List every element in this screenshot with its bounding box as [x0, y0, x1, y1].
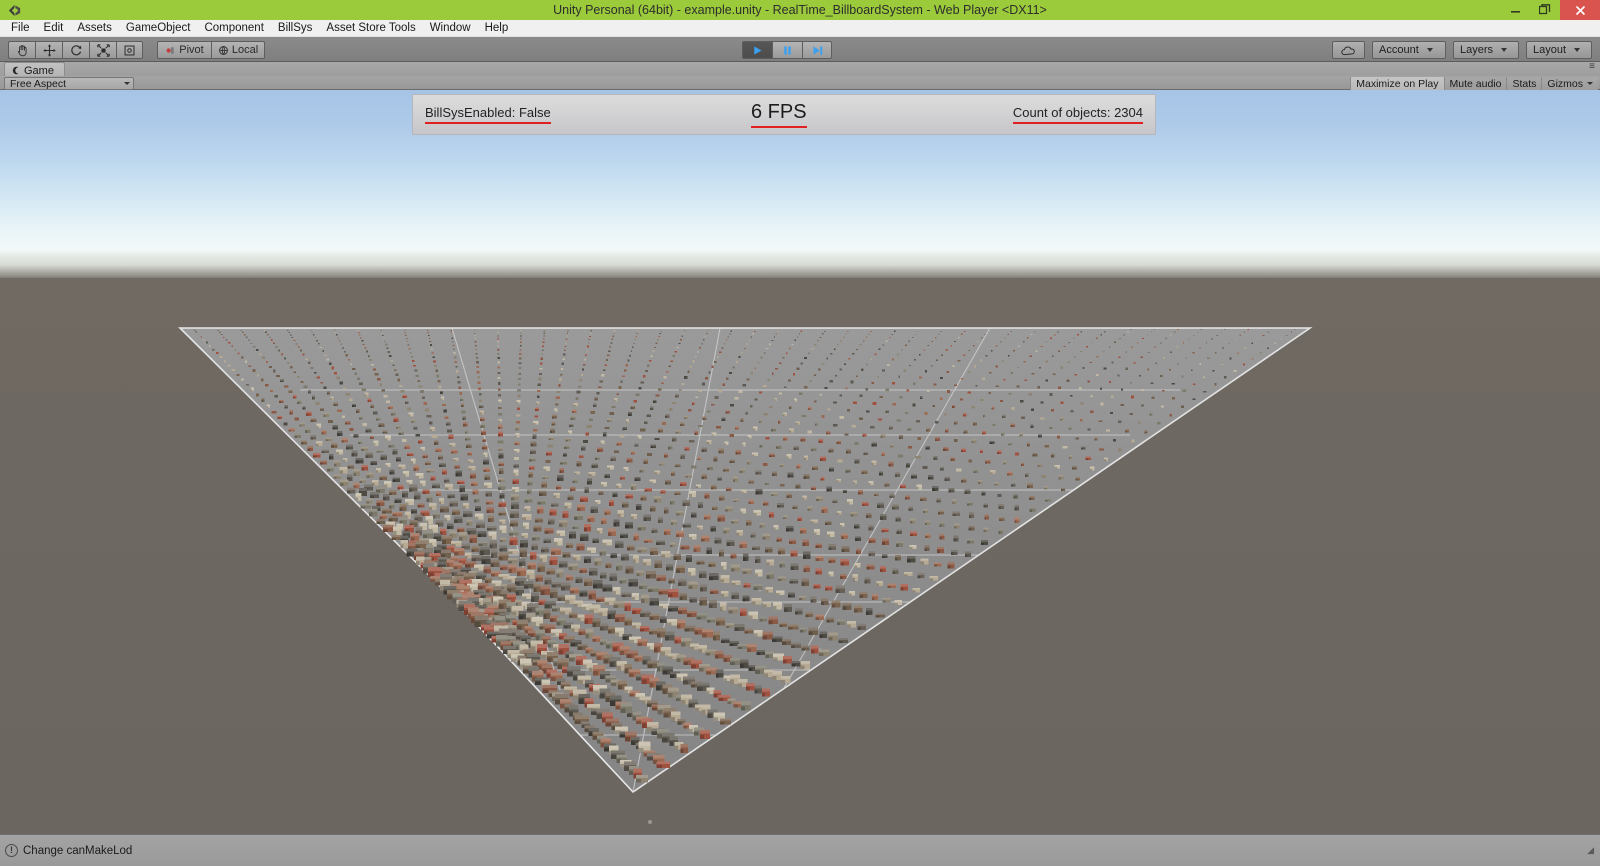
menu-item-help[interactable]: Help	[478, 20, 516, 37]
stats-overlay-panel: BillSysEnabled: False 6 FPS Count of obj…	[412, 94, 1156, 135]
menu-item-file[interactable]: File	[4, 20, 37, 37]
stats-label: Stats	[1512, 77, 1537, 90]
menu-item-assets[interactable]: Assets	[70, 20, 119, 37]
step-button[interactable]	[802, 41, 832, 59]
menu-item-window[interactable]: Window	[423, 20, 478, 37]
status-message: Change canMakeLod	[23, 844, 133, 857]
globe-local-icon	[218, 45, 228, 55]
status-bar-grip: ◢	[1587, 845, 1594, 855]
menu-item-billsys[interactable]: BillSys	[271, 20, 320, 37]
game-view-icon	[12, 66, 19, 75]
restore-button[interactable]	[1530, 0, 1560, 20]
hand-tool-button[interactable]	[8, 41, 35, 59]
pivot-rotation-group: Pivot Local	[157, 41, 265, 59]
move-tool-button[interactable]	[35, 41, 62, 59]
object-count-label: Count of objects: 2304	[1012, 105, 1143, 124]
game-view-toggles: Maximize on Play Mute audio Stats Gizmos	[1350, 77, 1598, 90]
toolbar-right-group: Account Layers Layout	[1332, 41, 1592, 59]
mute-audio-button[interactable]: Mute audio	[1443, 77, 1507, 90]
scene-render	[178, 327, 1313, 824]
layers-label: Layers	[1460, 44, 1494, 56]
window-controls	[1500, 0, 1600, 20]
mute-audio-label: Mute audio	[1449, 77, 1502, 90]
transform-tools-group	[8, 41, 143, 59]
menu-item-gameobject[interactable]: GameObject	[119, 20, 198, 37]
view-options-button[interactable]: ≡	[1589, 62, 1596, 72]
chevron-down-icon	[1587, 82, 1593, 85]
game-view-viewport[interactable]: BillSysEnabled: False 6 FPS Count of obj…	[0, 90, 1600, 834]
gizmos-label: Gizmos	[1547, 77, 1583, 90]
menu-item-edit[interactable]: Edit	[37, 20, 71, 37]
chevron-down-icon	[1426, 48, 1433, 52]
layout-label: Layout	[1533, 44, 1567, 56]
rect-transform-tool-button[interactable]	[116, 41, 143, 59]
chevron-down-icon	[1501, 48, 1508, 52]
play-button[interactable]	[742, 41, 772, 59]
maximize-on-play-button[interactable]: Maximize on Play	[1350, 77, 1444, 90]
scale-tool-button[interactable]	[89, 41, 116, 59]
pivot-toggle-button[interactable]: Pivot	[157, 41, 211, 59]
gizmos-button[interactable]: Gizmos	[1541, 77, 1598, 90]
account-label: Account	[1379, 44, 1419, 56]
tab-game-label: Game	[24, 64, 54, 77]
stats-button[interactable]: Stats	[1506, 77, 1542, 90]
main-toolbar: Pivot Local Account Layers Layout	[0, 37, 1600, 62]
pivot-label: Pivot	[179, 44, 204, 56]
rotate-tool-button[interactable]	[62, 41, 89, 59]
cloud-services-button[interactable]	[1332, 41, 1365, 59]
account-dropdown[interactable]: Account	[1372, 41, 1446, 59]
menu-item-asset-store-tools[interactable]: Asset Store Tools	[319, 20, 422, 37]
layers-dropdown[interactable]: Layers	[1453, 41, 1519, 59]
status-bar[interactable]: ! Change canMakeLod ◢	[0, 834, 1600, 866]
info-circle-icon: !	[5, 844, 18, 857]
local-toggle-button[interactable]: Local	[211, 41, 265, 59]
billsys-enabled-label: BillSysEnabled: False	[425, 105, 551, 124]
window-title: Unity Personal (64bit) - example.unity -…	[553, 3, 1047, 17]
maximize-on-play-label: Maximize on Play	[1356, 77, 1439, 90]
title-bar: Unity Personal (64bit) - example.unity -…	[0, 0, 1600, 20]
chevron-down-icon	[1574, 48, 1581, 52]
pivot-icon	[166, 46, 174, 54]
local-label: Local	[231, 44, 259, 56]
menu-bar: File Edit Assets GameObject Component Bi…	[0, 20, 1600, 37]
chevron-down-icon	[124, 82, 130, 85]
menu-item-component[interactable]: Component	[197, 20, 270, 37]
aspect-ratio-dropdown[interactable]: Free Aspect	[4, 77, 134, 90]
game-view-toolbar: Free Aspect Maximize on Play Mute audio …	[0, 76, 1600, 90]
close-button[interactable]	[1560, 0, 1600, 20]
unity-editor-window: Unity Personal (64bit) - example.unity -…	[0, 0, 1600, 866]
playback-controls-group	[742, 41, 832, 59]
aspect-ratio-label: Free Aspect	[10, 77, 67, 90]
pause-button[interactable]	[772, 41, 802, 59]
minimize-button[interactable]	[1500, 0, 1530, 20]
layout-dropdown[interactable]: Layout	[1526, 41, 1592, 59]
fps-label: 6 FPS	[751, 101, 807, 128]
cloud-icon	[1341, 45, 1355, 55]
